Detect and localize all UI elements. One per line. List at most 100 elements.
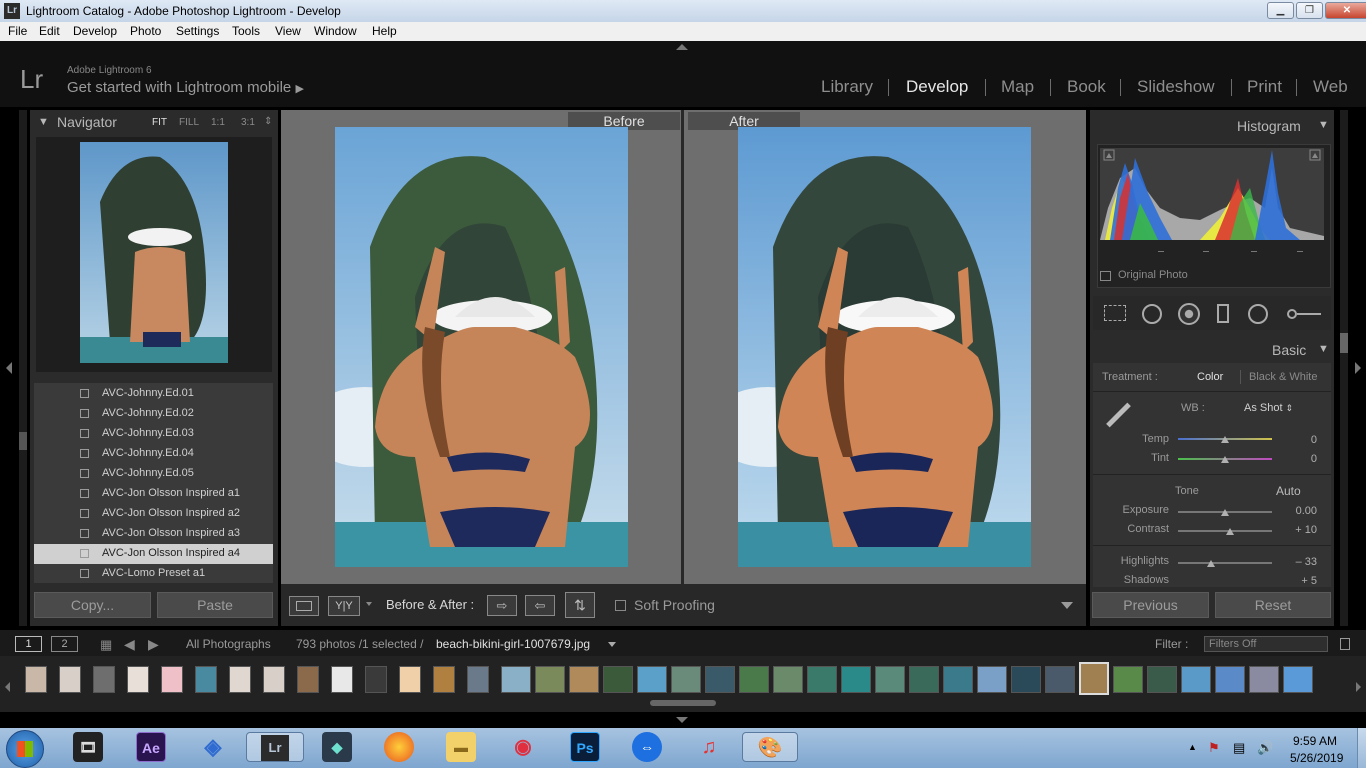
filmstrip-thumbnail[interactable] (263, 666, 285, 693)
filter-lock-icon[interactable] (1340, 638, 1350, 650)
filmstrip-thumbnail[interactable] (161, 666, 183, 693)
movie-maker-icon[interactable]: 🎞 (73, 732, 103, 762)
copy-before-to-after-icon[interactable]: ⇨ (487, 595, 517, 616)
module-library[interactable]: Library (821, 77, 873, 97)
photoshop-icon[interactable]: Ps (570, 732, 600, 762)
filmstrip-thumbnail[interactable] (773, 666, 803, 693)
filmstrip-thumbnail[interactable] (433, 666, 455, 693)
menu-develop[interactable]: Develop (73, 24, 117, 38)
filmstrip-thumbnail[interactable] (365, 666, 387, 693)
highlights-slider-knob[interactable] (1207, 560, 1215, 567)
after-effects-icon[interactable]: Ae (136, 732, 166, 762)
start-button[interactable] (6, 730, 44, 768)
menu-settings[interactable]: Settings (176, 24, 219, 38)
zoom-stepper-icon[interactable]: ⇕ (264, 116, 272, 127)
contrast-slider[interactable] (1178, 530, 1272, 532)
filmstrip-thumbnail[interactable] (671, 666, 701, 693)
reset-button[interactable]: Reset (1215, 592, 1331, 618)
preset-item[interactable]: AVC-Johnny.Ed.02 (34, 404, 273, 424)
selected-filename[interactable]: beach-bikini-girl-1007679.jpg (436, 637, 590, 651)
grid-view-icon[interactable]: ▦ (100, 637, 112, 653)
filmstrip-thumbnail[interactable] (603, 666, 633, 693)
filmstrip-thumbnail[interactable] (875, 666, 905, 693)
after-photo[interactable] (738, 127, 1031, 567)
copy-after-to-before-icon[interactable]: ⇦ (525, 595, 555, 616)
network-icon[interactable]: ▤ (1233, 740, 1245, 756)
show-hidden-icons[interactable]: ▲ (1188, 742, 1197, 752)
show-desktop-button[interactable] (1357, 728, 1366, 768)
navigator-collapse-icon[interactable]: ▼ (38, 116, 49, 128)
module-slideshow[interactable]: Slideshow (1137, 77, 1215, 97)
zoom-1-1[interactable]: 1:1 (211, 117, 225, 128)
primary-window-button[interactable]: 1 (15, 636, 42, 652)
filmstrip-thumbnail[interactable] (739, 666, 769, 693)
preset-item[interactable]: AVC-Jon Olsson Inspired a2 (34, 504, 273, 524)
collapse-bottom-icon[interactable] (676, 717, 688, 723)
original-photo-checkbox[interactable] (1100, 271, 1111, 281)
zoom-3-1[interactable]: 3:1 (241, 117, 255, 128)
filmstrip-scrollbar-thumb[interactable] (650, 700, 716, 706)
menu-tools[interactable]: Tools (232, 24, 260, 38)
firefox-icon[interactable] (384, 732, 414, 762)
filmstrip-thumbnail[interactable] (1147, 666, 1177, 693)
radial-filter-icon[interactable] (1248, 304, 1268, 324)
filmstrip-thumbnail[interactable] (229, 666, 251, 693)
filter-select[interactable]: Filters Off (1204, 636, 1328, 652)
filmstrip-thumbnail[interactable] (25, 666, 47, 693)
before-after-view-button[interactable]: Y|Y (328, 596, 360, 616)
temp-slider-knob[interactable] (1221, 436, 1229, 443)
menu-photo[interactable]: Photo (130, 24, 161, 38)
menu-file[interactable]: File (8, 24, 27, 38)
filmstrip-thumbnail[interactable] (637, 666, 667, 693)
filmstrip-thumbnail[interactable] (535, 666, 565, 693)
graduated-filter-icon[interactable] (1217, 304, 1229, 323)
previous-button[interactable]: Previous (1092, 592, 1209, 618)
contrast-slider-knob[interactable] (1226, 528, 1234, 535)
forward-arrow-icon[interactable]: ▶ (148, 636, 159, 653)
filmstrip-thumbnail[interactable] (1045, 666, 1075, 693)
secondary-window-button[interactable]: 2 (51, 636, 78, 652)
treatment-black-white[interactable]: Black & White (1249, 371, 1317, 383)
filename-dropdown-icon[interactable] (608, 642, 616, 647)
filmstrip-thumbnail[interactable] (1079, 662, 1109, 695)
preset-item[interactable]: AVC-Lomo Preset a1 (34, 564, 273, 584)
contrast-value[interactable]: + 10 (1277, 524, 1317, 536)
audacity-icon[interactable]: ♫ (694, 732, 724, 762)
zoom-fill[interactable]: FILL (179, 117, 199, 128)
highlights-slider[interactable] (1178, 562, 1272, 564)
module-map[interactable]: Map (1001, 77, 1034, 97)
action-center-icon[interactable]: ⚑ (1208, 740, 1220, 756)
wb-select[interactable]: As Shot ⇕ (1244, 402, 1293, 414)
filmstrip-thumbnail[interactable] (569, 666, 599, 693)
clock-date[interactable]: 5/26/2019 (1290, 751, 1343, 765)
filmstrip-thumbnail[interactable] (1011, 666, 1041, 693)
paste-button[interactable]: Paste (157, 592, 273, 618)
module-print[interactable]: Print (1247, 77, 1282, 97)
filmstrip-thumbnail[interactable] (297, 666, 319, 693)
app-diamond-icon[interactable]: ◈ (198, 732, 228, 762)
filmstrip-thumbnail[interactable] (467, 666, 489, 693)
collapse-left-icon[interactable] (6, 362, 12, 374)
volume-icon[interactable]: 🔊 (1257, 740, 1273, 756)
filmstrip-thumbnail[interactable] (943, 666, 973, 693)
filmstrip-scroll-left-icon[interactable] (5, 682, 10, 692)
swap-settings-icon[interactable]: ⇅ (565, 592, 595, 618)
module-develop[interactable]: Develop (906, 77, 968, 97)
filmstrip-thumbnail[interactable] (977, 666, 1007, 693)
filmstrip-thumbnail[interactable] (331, 666, 353, 693)
filmstrip-scroll-right-icon[interactable] (1356, 682, 1361, 692)
filmstrip-thumbnail[interactable] (59, 666, 81, 693)
view-dropdown-icon[interactable] (366, 602, 372, 606)
filmstrip-thumbnail[interactable] (93, 666, 115, 693)
filmstrip-thumbnail[interactable] (127, 666, 149, 693)
collapse-right-icon[interactable] (1355, 362, 1361, 374)
basic-collapse-icon[interactable]: ▼ (1318, 343, 1329, 355)
spot-removal-icon[interactable] (1142, 304, 1162, 324)
shadows-value[interactable]: + 5 (1277, 575, 1317, 587)
module-book[interactable]: Book (1067, 77, 1106, 97)
preset-item[interactable]: AVC-Johnny.Ed.05 (34, 464, 273, 484)
wb-eyedropper-icon[interactable] (1100, 398, 1134, 432)
filmstrip-thumbnail[interactable] (705, 666, 735, 693)
close-button[interactable]: ✕ (1325, 2, 1366, 19)
filmstrip-thumbnail[interactable] (195, 666, 217, 693)
